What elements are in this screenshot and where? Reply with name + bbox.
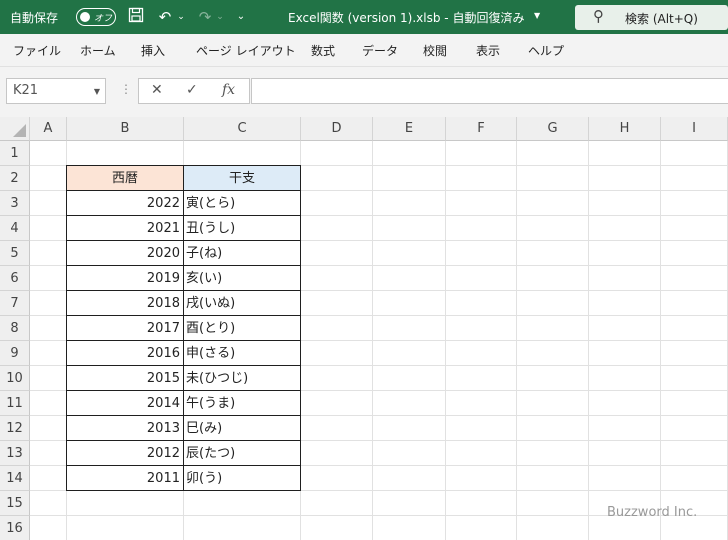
tab-data[interactable]: データ [362, 42, 398, 59]
cancel-icon[interactable]: ✕ [151, 82, 163, 98]
row-header-15[interactable]: 15 [0, 491, 30, 516]
eto-cell[interactable]: 申(さる) [183, 340, 301, 366]
row-header-8[interactable]: 8 [0, 316, 30, 341]
title-dropdown-icon[interactable]: ▼ [534, 11, 540, 20]
search-icon: ⚲ [593, 7, 604, 25]
autosave-label: 自動保存 [10, 11, 59, 25]
column-header-b[interactable]: B [67, 117, 184, 141]
row-header-1[interactable]: 1 [0, 141, 30, 166]
name-box[interactable]: K21 ▼ [6, 78, 106, 104]
column-header-d[interactable]: D [301, 117, 373, 141]
tab-insert[interactable]: 挿入 [141, 42, 165, 59]
column-header-h[interactable]: H [589, 117, 661, 141]
document-title[interactable]: Excel関数 (version 1).xlsb - 自動回復済み [288, 9, 524, 26]
select-all-corner[interactable] [0, 117, 30, 141]
redo-dropdown-icon[interactable]: ⌄ [215, 7, 225, 27]
column-header-f[interactable]: F [446, 117, 517, 141]
year-cell[interactable]: 2020 [66, 240, 184, 266]
column-header-c[interactable]: C [184, 117, 301, 141]
eto-cell[interactable]: 午(うま) [183, 390, 301, 416]
row-header-2[interactable]: 2 [0, 166, 30, 191]
row-header-6[interactable]: 6 [0, 266, 30, 291]
watermark: Buzzword Inc. [607, 505, 698, 520]
table-header-eto[interactable]: 干支 [183, 165, 301, 191]
formula-input[interactable] [251, 78, 728, 104]
insert-function-icon[interactable]: fx [222, 82, 235, 98]
ribbon-tabs: ファイル ホーム 挿入 ページ レイアウト 数式 データ 校閲 表示 ヘルプ [0, 34, 728, 67]
column-header-a[interactable]: A [30, 117, 67, 141]
year-cell[interactable]: 2015 [66, 365, 184, 391]
undo-icon[interactable]: ↶ [156, 7, 174, 27]
formula-bar-grip-icon[interactable]: ⋮ [120, 82, 132, 96]
enter-icon[interactable]: ✓ [186, 82, 198, 98]
year-cell[interactable]: 2011 [66, 465, 184, 491]
year-cell[interactable]: 2017 [66, 315, 184, 341]
tab-help[interactable]: ヘルプ [528, 42, 564, 59]
undo-dropdown-icon[interactable]: ⌄ [176, 7, 186, 27]
year-cell[interactable]: 2018 [66, 290, 184, 316]
worksheet-grid[interactable]: A B C D E F G H I 1 2 3 4 5 6 7 8 9 10 11 12 13 14 15 16 西暦 干支 2022… [0, 117, 728, 540]
tab-file[interactable]: ファイル [13, 42, 61, 59]
search-label: 検索 (Alt+Q) [625, 12, 698, 26]
year-cell[interactable]: 2016 [66, 340, 184, 366]
table-header-year[interactable]: 西暦 [66, 165, 184, 191]
customize-toolbar-icon[interactable]: ⌄ [235, 7, 247, 27]
autosave-toggle[interactable]: オフ [76, 8, 116, 26]
row-header-5[interactable]: 5 [0, 241, 30, 266]
row-header-12[interactable]: 12 [0, 416, 30, 441]
row-header-10[interactable]: 10 [0, 366, 30, 391]
tab-review[interactable]: 校閲 [423, 42, 447, 59]
year-cell[interactable]: 2013 [66, 415, 184, 441]
row-header-3[interactable]: 3 [0, 191, 30, 216]
title-bar: 自動保存 オフ ↶ ⌄ ↷ ⌄ ⌄ Excel関数 (version 1).xl… [0, 0, 728, 34]
eto-cell[interactable]: 子(ね) [183, 240, 301, 266]
autosave-state: オフ [94, 14, 113, 24]
tab-formulas[interactable]: 数式 [311, 42, 335, 59]
formula-buttons: ✕ ✓ fx [138, 78, 250, 104]
eto-cell[interactable]: 戌(いぬ) [183, 290, 301, 316]
row-header-7[interactable]: 7 [0, 291, 30, 316]
name-box-dropdown-icon[interactable]: ▼ [94, 87, 100, 96]
eto-cell[interactable]: 巳(み) [183, 415, 301, 441]
year-cell[interactable]: 2014 [66, 390, 184, 416]
column-header-g[interactable]: G [517, 117, 589, 141]
name-box-value: K21 [13, 83, 39, 98]
formula-bar: K21 ▼ ⋮ ✕ ✓ fx [0, 67, 728, 117]
row-header-13[interactable]: 13 [0, 441, 30, 466]
tab-page-layout[interactable]: ページ レイアウト [196, 42, 296, 59]
row-header-9[interactable]: 9 [0, 341, 30, 366]
tab-home[interactable]: ホーム [80, 42, 116, 59]
eto-cell[interactable]: 寅(とら) [183, 190, 301, 216]
eto-cell[interactable]: 亥(い) [183, 265, 301, 291]
year-cell[interactable]: 2012 [66, 440, 184, 466]
year-cell[interactable]: 2021 [66, 215, 184, 241]
column-header-e[interactable]: E [373, 117, 446, 141]
year-cell[interactable]: 2022 [66, 190, 184, 216]
year-cell[interactable]: 2019 [66, 265, 184, 291]
eto-cell[interactable]: 未(ひつじ) [183, 365, 301, 391]
row-header-4[interactable]: 4 [0, 216, 30, 241]
eto-cell[interactable]: 卯(う) [183, 465, 301, 491]
row-header-11[interactable]: 11 [0, 391, 30, 416]
save-icon[interactable] [126, 7, 146, 27]
redo-icon[interactable]: ↷ [196, 7, 214, 27]
eto-cell[interactable]: 丑(うし) [183, 215, 301, 241]
search-box[interactable]: ⚲ 検索 (Alt+Q) [575, 5, 728, 30]
row-header-14[interactable]: 14 [0, 466, 30, 491]
eto-cell[interactable]: 辰(たつ) [183, 440, 301, 466]
eto-cell[interactable]: 酉(とり) [183, 315, 301, 341]
tab-view[interactable]: 表示 [476, 42, 500, 59]
column-header-i[interactable]: I [661, 117, 728, 141]
toggle-knob-icon [80, 12, 90, 22]
row-header-16[interactable]: 16 [0, 516, 30, 540]
